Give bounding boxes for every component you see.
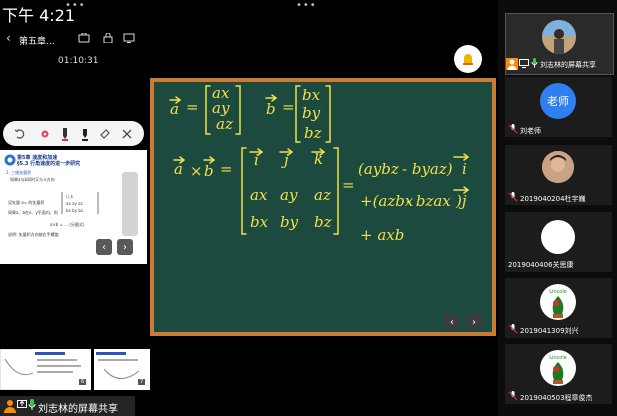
- avatar: Lincole: [540, 284, 576, 320]
- svg-text:j: j: [281, 151, 289, 169]
- avatar: Lincole: [540, 350, 576, 386]
- eraser-icon[interactable]: [97, 126, 113, 142]
- avatar: [542, 20, 576, 54]
- more-dots-icon[interactable]: •••: [296, 0, 317, 11]
- mic-icon: [531, 58, 538, 68]
- user-icon: [4, 400, 16, 413]
- chalkboard[interactable]: a = ax ay az b = bx by bz a × b = i j k …: [150, 78, 496, 336]
- svg-text:+ axb: + axb: [360, 226, 404, 244]
- svg-text:by: by: [302, 104, 321, 122]
- slide-text: 说明: 矢量积方向按右手螺旋: [8, 232, 59, 237]
- mic-icon: [28, 399, 36, 410]
- svg-text:- bzax: - bzax: [406, 192, 451, 210]
- svg-text:(aybz: (aybz: [358, 160, 399, 178]
- svg-text:bx by bz: bx by bz: [66, 208, 83, 213]
- marker-icon[interactable]: [77, 126, 93, 142]
- settings-icon[interactable]: [37, 126, 53, 142]
- svg-text:ay: ay: [280, 186, 298, 204]
- chevron-left-icon[interactable]: ‹: [6, 31, 11, 45]
- screen-share-icon: [17, 400, 27, 408]
- svg-text:- byaz): - byaz): [402, 160, 453, 178]
- avatar: [542, 151, 574, 183]
- svg-text:)j: )j: [455, 192, 467, 210]
- lock-icon[interactable]: [102, 33, 114, 43]
- chalk-writing: a = ax ay az b = bx by bz a × b = i j k …: [169, 84, 470, 244]
- user-icon: [506, 58, 518, 70]
- mic-muted-icon: [508, 324, 518, 334]
- svg-text:×: ×: [190, 162, 203, 180]
- slide-thumbnail[interactable]: 6: [33, 349, 91, 390]
- board-next-button[interactable]: ›: [466, 314, 482, 330]
- svg-text:=: =: [342, 176, 355, 194]
- svg-text:by: by: [280, 213, 299, 231]
- slide-preview[interactable]: 第5章 速度和加速 §5.3 行角速度的进一步研究 1. 三维矢量积 如果a与b…: [0, 150, 147, 264]
- participant-name: 刘老师: [520, 127, 541, 135]
- svg-text:=: =: [186, 98, 199, 116]
- slide-prev-button[interactable]: ‹: [96, 239, 112, 255]
- svg-text:ax ay az: ax ay az: [66, 201, 83, 206]
- slide-text: 如果a、b在x、y平面内，则: [8, 210, 58, 215]
- screen-share-label: 刘志林的屏幕共享: [38, 404, 118, 415]
- svg-text:bz: bz: [314, 213, 332, 231]
- participant-name: 刘志林的屏幕共享: [540, 61, 596, 69]
- bell-icon: [463, 54, 473, 65]
- slide-text: a×b = ... (分量式): [50, 222, 85, 227]
- mic-muted-icon: [508, 192, 518, 202]
- undo-icon[interactable]: [12, 126, 28, 142]
- close-icon[interactable]: [119, 126, 135, 142]
- meeting-timer: 01:10:31: [58, 56, 99, 66]
- slide-next-button[interactable]: ›: [117, 239, 133, 255]
- svg-text:az: az: [216, 115, 233, 133]
- logo-icon: [4, 154, 16, 166]
- raise-hand-button[interactable]: [454, 45, 482, 73]
- slide-item: 1. 三维矢量积: [6, 170, 32, 175]
- svg-text:=: =: [282, 98, 295, 116]
- screen-share-icon: [519, 59, 529, 68]
- annotation-toolbar: [3, 121, 144, 146]
- slide-text: 设矢量 a= 的矢量积: [8, 200, 45, 205]
- avatar: [541, 220, 575, 254]
- participant-name: 2019041309刘兴: [520, 327, 579, 335]
- svg-text:i: i: [254, 151, 259, 169]
- svg-text:b: b: [266, 100, 276, 118]
- mic-muted-icon: [508, 391, 518, 401]
- screen-icon[interactable]: [123, 33, 135, 43]
- slide-thumbnail[interactable]: 7: [94, 349, 150, 390]
- participant-name: 2019040503程章俊杰: [520, 394, 593, 402]
- svg-text:bx: bx: [302, 86, 321, 104]
- svg-text:bz: bz: [304, 124, 322, 142]
- thumbnail-number: 7: [138, 379, 146, 385]
- board-prev-button[interactable]: ‹: [444, 314, 460, 330]
- svg-text:ax: ax: [250, 186, 268, 204]
- participant-name: 2019040204杜宇巍: [520, 195, 586, 203]
- svg-text:b: b: [204, 162, 214, 180]
- more-dots-icon[interactable]: •••: [65, 0, 86, 11]
- svg-text:az: az: [314, 186, 331, 204]
- svg-text:i: i: [462, 160, 467, 178]
- avatar-label: Lincole: [549, 289, 567, 295]
- svg-text:i j k: i j k: [66, 194, 74, 199]
- participant-name: 2019040406关思康: [508, 261, 574, 269]
- matrix-figure: i j k ax ay az bx by bz: [61, 192, 99, 214]
- slide-item: 如果a与b同时又与 k方向: [10, 177, 55, 182]
- mic-muted-icon: [508, 124, 518, 134]
- slide-section: §5.3 行角速度的进一步研究: [17, 161, 81, 167]
- share-icon[interactable]: [78, 33, 90, 43]
- slide-side-toolbar[interactable]: [122, 172, 138, 236]
- avatar-label: Lincole: [549, 355, 567, 361]
- thumbnail-number: 6: [79, 379, 87, 385]
- document-title[interactable]: 第五章...: [19, 34, 55, 47]
- svg-text:=: =: [220, 160, 233, 178]
- svg-text:bx: bx: [250, 213, 269, 231]
- pen-icon[interactable]: [57, 126, 73, 142]
- avatar: 老师: [540, 83, 576, 119]
